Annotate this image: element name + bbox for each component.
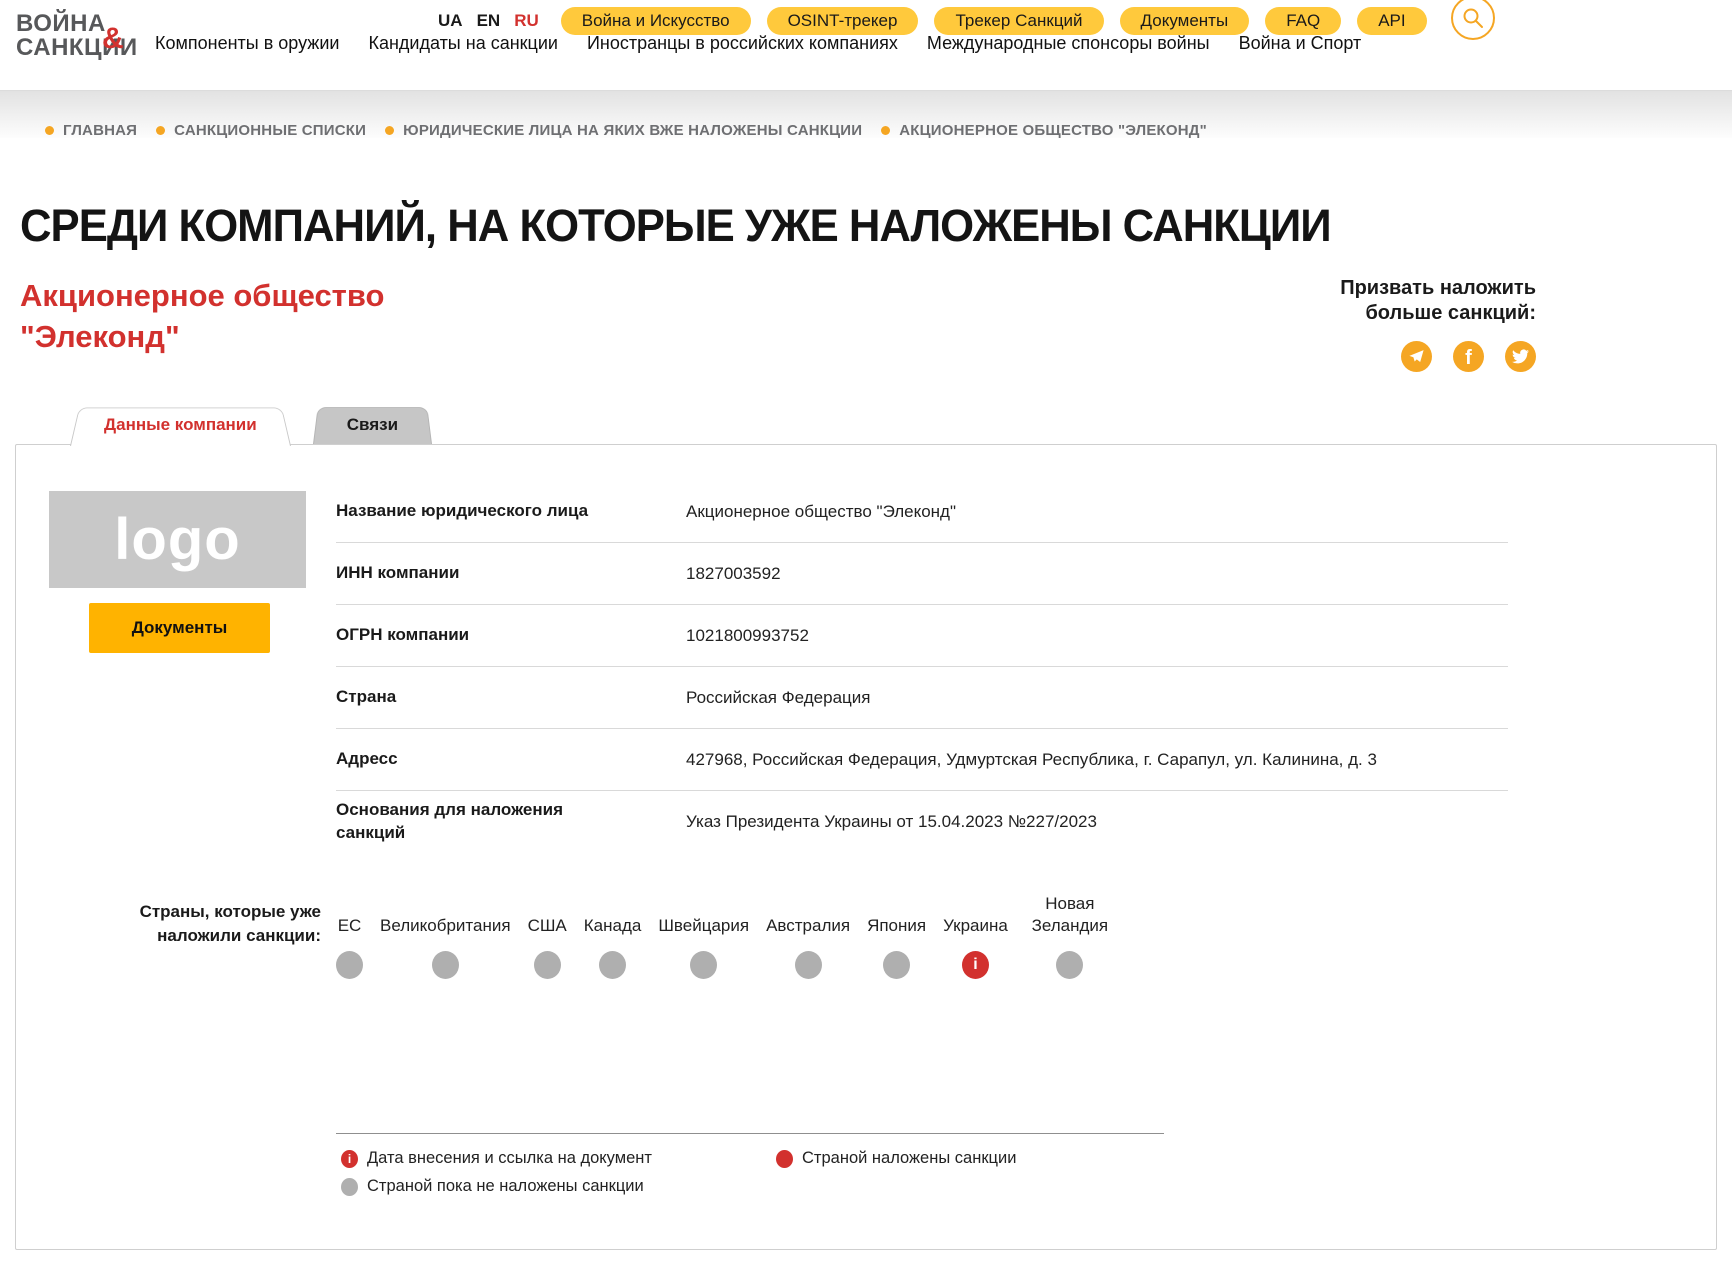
company-title: Акционерное общество "Элеконд" bbox=[20, 276, 500, 358]
country-switzerland: Швейцария bbox=[658, 885, 749, 979]
gray-dot-icon bbox=[341, 1178, 358, 1196]
legend-item-not-sanctioned: Страной пока не наложены санкции bbox=[341, 1175, 776, 1199]
status-dot bbox=[795, 951, 822, 979]
tab-bar: Данные компании Связи bbox=[70, 404, 432, 446]
call-to-action: Призвать наложить больше санкций: f bbox=[1280, 276, 1536, 372]
pill-osint-tracker[interactable]: OSINT-трекер bbox=[767, 7, 919, 35]
country-australia: Австралия bbox=[766, 885, 850, 979]
breadcrumb-current-company[interactable]: АКЦИОНЕРНОЕ ОБЩЕСТВО "ЭЛЕКОНД" bbox=[881, 122, 1207, 139]
country-usa: США bbox=[528, 885, 567, 979]
info-dot-icon bbox=[341, 1150, 358, 1168]
table-row: ИНН компании 1827003592 bbox=[336, 543, 1508, 605]
tab-relations[interactable]: Связи bbox=[313, 404, 432, 444]
bullet-icon bbox=[385, 126, 394, 135]
country-uk: Великобритания bbox=[380, 885, 511, 979]
legend-item-sanctioned: Страной наложены санкции bbox=[776, 1147, 1016, 1171]
nav-war-sponsors[interactable]: Международные спонсоры войны bbox=[927, 33, 1210, 54]
page-title: СРЕДИ КОМПАНИЙ, НА КОТОРЫЕ УЖЕ НАЛОЖЕНЫ … bbox=[20, 200, 1331, 252]
company-logo-placeholder: logo bbox=[49, 491, 306, 588]
lang-en[interactable]: EN bbox=[477, 11, 501, 31]
tab-company-data[interactable]: Данные компании bbox=[70, 404, 291, 446]
lang-ru[interactable]: RU bbox=[514, 11, 539, 31]
bullet-icon bbox=[881, 126, 890, 135]
country-eu: ЕС bbox=[336, 885, 363, 979]
site-header: ВОЙНА & САНКЦИИ UA EN RU Война и Искусст… bbox=[0, 0, 1732, 90]
search-icon bbox=[1461, 6, 1485, 30]
pill-faq[interactable]: FAQ bbox=[1265, 7, 1341, 35]
sanction-countries-row: ЕС Великобритания США Канада Швейцария А… bbox=[336, 885, 1115, 979]
pill-war-and-art[interactable]: Война и Искусство bbox=[561, 7, 751, 35]
cta-social-icons: f bbox=[1280, 341, 1536, 372]
country-new-zealand: Новая Зеландия bbox=[1025, 885, 1115, 979]
legend-item-info: Дата внесения и ссылка на документ bbox=[341, 1147, 776, 1171]
status-dot bbox=[534, 951, 561, 979]
status-dot bbox=[432, 951, 459, 979]
red-dot-icon bbox=[776, 1150, 793, 1168]
search-button[interactable] bbox=[1451, 0, 1495, 40]
company-info-table: Название юридического лица Акционерное о… bbox=[336, 481, 1508, 853]
pill-documents[interactable]: Документы bbox=[1120, 7, 1250, 35]
bullet-icon bbox=[45, 126, 54, 135]
country-japan: Япония bbox=[867, 885, 926, 979]
twitter-icon[interactable] bbox=[1505, 341, 1536, 372]
logo-ampersand: & bbox=[102, 24, 124, 53]
table-row: Основания для наложения санкций Указ Пре… bbox=[336, 791, 1508, 853]
pill-sanctions-tracker[interactable]: Трекер Санкций bbox=[934, 7, 1103, 35]
pill-api[interactable]: API bbox=[1357, 7, 1426, 35]
status-dot bbox=[1056, 951, 1083, 979]
breadcrumb-sanction-lists[interactable]: САНКЦИОННЫЕ СПИСКИ bbox=[156, 122, 366, 139]
cta-text: Призвать наложить больше санкций: bbox=[1280, 276, 1536, 326]
table-row: Название юридического лица Акционерное о… bbox=[336, 481, 1508, 543]
site-logo[interactable]: ВОЙНА & САНКЦИИ bbox=[16, 12, 138, 59]
status-dot bbox=[690, 951, 717, 979]
company-data-panel: logo Документы Название юридического лиц… bbox=[15, 444, 1717, 1250]
table-row: Адресс 427968, Российская Федерация, Удм… bbox=[336, 729, 1508, 791]
breadcrumb: ГЛАВНАЯ САНКЦИОННЫЕ СПИСКИ ЮРИДИЧЕСКИЕ Л… bbox=[45, 122, 1207, 139]
nav-war-and-sport[interactable]: Война и Спорт bbox=[1239, 33, 1362, 54]
nav-sanction-candidates[interactable]: Кандидаты на санкции bbox=[368, 33, 558, 54]
status-dot bbox=[883, 951, 910, 979]
status-dot bbox=[336, 951, 363, 979]
lang-ua[interactable]: UA bbox=[438, 11, 463, 31]
documents-button[interactable]: Документы bbox=[89, 603, 270, 653]
language-switcher: UA EN RU bbox=[438, 11, 539, 31]
main-nav: Компоненты в оружии Кандидаты на санкции… bbox=[155, 33, 1361, 54]
legend-divider bbox=[336, 1133, 1164, 1134]
bullet-icon bbox=[156, 126, 165, 135]
table-row: ОГРН компании 1021800993752 bbox=[336, 605, 1508, 667]
nav-foreigners-in-companies[interactable]: Иностранцы в российских компаниях bbox=[587, 33, 898, 54]
status-dot bbox=[599, 951, 626, 979]
telegram-icon[interactable] bbox=[1401, 341, 1432, 372]
breadcrumb-legal-entities[interactable]: ЮРИДИЧЕСКИЕ ЛИЦА НА ЯКИХ ВЖЕ НАЛОЖЕНЫ СА… bbox=[385, 122, 862, 139]
sanctions-legend: Дата внесения и ссылка на документ Стран… bbox=[341, 1147, 1016, 1199]
breadcrumb-home[interactable]: ГЛАВНАЯ bbox=[45, 122, 137, 139]
nav-weapon-components[interactable]: Компоненты в оружии bbox=[155, 33, 339, 54]
facebook-icon[interactable]: f bbox=[1453, 341, 1484, 372]
country-ukraine: Украина bbox=[943, 885, 1008, 979]
country-canada: Канада bbox=[584, 885, 642, 979]
table-row: Страна Российская Федерация bbox=[336, 667, 1508, 729]
ukraine-info-dot[interactable] bbox=[962, 951, 989, 979]
sanction-countries-label: Страны, которые уже наложили санкции: bbox=[109, 900, 321, 948]
